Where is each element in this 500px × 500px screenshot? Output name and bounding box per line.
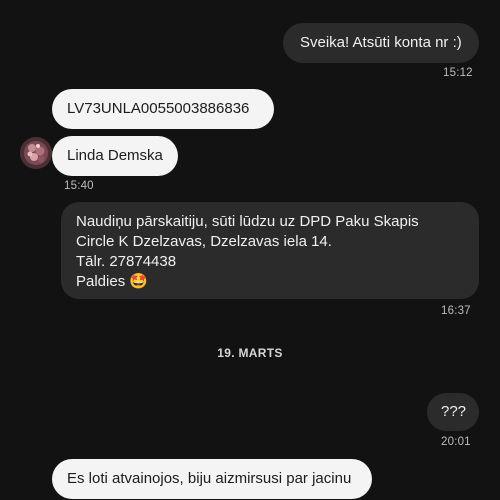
message-time: 15:12 — [443, 67, 473, 79]
message-time: 15:40 — [64, 180, 94, 192]
message-time: 16:37 — [441, 305, 471, 317]
message-bubble-incoming[interactable]: Es loti atvainojos, biju aizmirsusi par … — [52, 459, 372, 499]
message-bubble-incoming[interactable]: Linda Demska — [52, 136, 178, 176]
message-bubble-outgoing[interactable]: Sveika! Atsūti konta nr :) — [283, 23, 479, 63]
avatar-image — [20, 137, 52, 169]
date-separator: 19. MARTS — [217, 346, 283, 360]
contact-avatar-icon[interactable] — [20, 137, 52, 169]
message-bubble-outgoing[interactable]: Naudiņu pārskaitiju, sūti lūdzu uz DPD P… — [61, 202, 479, 299]
message-bubble-outgoing[interactable]: ??? — [427, 393, 479, 431]
message-bubble-incoming[interactable]: LV73UNLA0055003886836 — [52, 89, 274, 129]
message-time: 20:01 — [441, 436, 471, 448]
